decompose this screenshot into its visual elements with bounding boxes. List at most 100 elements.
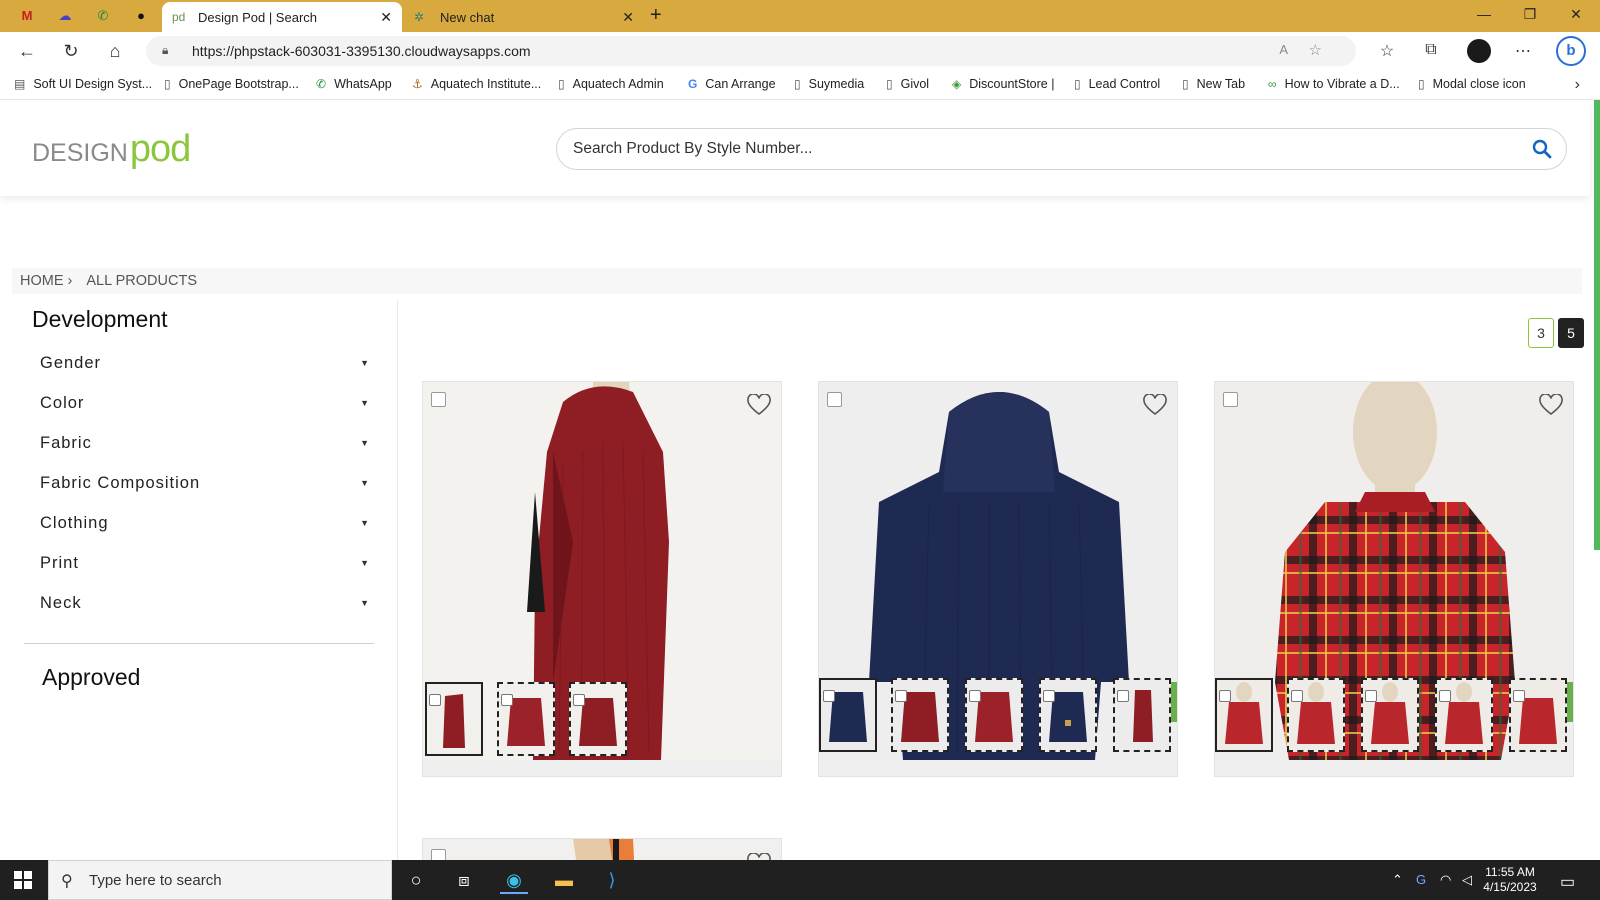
filter-print[interactable]: Print ▼: [40, 554, 370, 582]
profile-avatar[interactable]: [1467, 39, 1491, 63]
product-thumbnail[interactable]: [569, 682, 627, 756]
bookmark-item[interactable]: G Can Arrange: [688, 77, 776, 91]
github-pinned-tab-icon[interactable]: ●: [130, 6, 152, 26]
cloud-pinned-tab-icon[interactable]: ☁: [54, 6, 76, 26]
search-icon[interactable]: [1532, 139, 1552, 159]
page-scrollbar[interactable]: [1594, 100, 1600, 550]
product-thumbnail[interactable]: [497, 682, 555, 756]
system-clock[interactable]: 11:55 AM 4/15/2023: [1480, 865, 1540, 895]
bookmark-item[interactable]: ▯ OnePage Bootstrap...: [164, 77, 299, 91]
grammarly-icon[interactable]: G: [1416, 872, 1426, 887]
home-icon[interactable]: ⌂: [104, 41, 126, 62]
chevron-right-icon[interactable]: ›: [1575, 76, 1580, 94]
bookmark-item[interactable]: ▯ Aquatech Admin: [558, 77, 664, 91]
design-pod-logo[interactable]: DESIGN pod: [32, 128, 191, 171]
lock-icon[interactable]: 🔒︎: [162, 43, 168, 58]
bookmark-item[interactable]: ⚓︎ Aquatech Institute...: [412, 77, 541, 91]
product-thumbnail[interactable]: [819, 678, 877, 752]
bookmark-item[interactable]: ▯ Givol: [886, 77, 929, 91]
edge-browser-icon[interactable]: ◉: [500, 866, 528, 894]
sidebar-heading-approved[interactable]: Approved: [42, 664, 140, 691]
filter-fabric-composition[interactable]: Fabric Composition ▼: [40, 474, 370, 502]
favorites-icon[interactable]: ☆: [1376, 41, 1398, 61]
thumbnail-checkbox[interactable]: [823, 690, 835, 702]
bookmark-item[interactable]: ▯ Suymedia: [794, 77, 864, 91]
thumbnail-checkbox[interactable]: [1439, 690, 1451, 702]
product-select-checkbox[interactable]: [1223, 392, 1238, 407]
taskbar-search[interactable]: ⚲ Type here to search: [48, 860, 392, 900]
whatsapp-pinned-tab-icon[interactable]: ✆: [92, 6, 114, 26]
thumbnail-checkbox[interactable]: [573, 694, 585, 706]
thumbnail-checkbox[interactable]: [1291, 690, 1303, 702]
product-thumbnail[interactable]: [1113, 678, 1171, 752]
address-bar[interactable]: 🔒︎ https://phpstack-603031-3395130.cloud…: [146, 36, 1356, 66]
vscode-icon[interactable]: ⟩: [598, 866, 626, 894]
product-card[interactable]: [422, 381, 782, 777]
gmail-pinned-tab-icon[interactable]: M: [16, 6, 38, 26]
close-icon[interactable]: ✕: [380, 9, 392, 26]
read-aloud-icon[interactable]: A: [1279, 42, 1288, 57]
filter-fabric[interactable]: Fabric ▼: [40, 434, 370, 462]
thumbnail-checkbox[interactable]: [895, 690, 907, 702]
url-text[interactable]: https://phpstack-603031-3395130.cloudway…: [192, 43, 531, 59]
filter-gender[interactable]: Gender ▼: [40, 354, 370, 382]
thumbnail-checkbox[interactable]: [1219, 690, 1231, 702]
product-thumbnail[interactable]: [965, 678, 1023, 752]
task-view-icon[interactable]: ⧈: [450, 866, 478, 894]
search-input[interactable]: [573, 137, 1493, 161]
filter-neck[interactable]: Neck ▼: [40, 594, 370, 622]
product-select-checkbox[interactable]: [827, 392, 842, 407]
product-thumbnail[interactable]: [1435, 678, 1493, 752]
collections-icon[interactable]: ⧉: [1420, 41, 1442, 59]
product-thumbnail[interactable]: [1509, 678, 1567, 752]
heart-icon[interactable]: [747, 394, 771, 416]
product-thumbnail[interactable]: [1287, 678, 1345, 752]
bookmark-item[interactable]: ▯ New Tab: [1182, 77, 1245, 91]
minimize-icon[interactable]: —: [1474, 6, 1494, 22]
restore-icon[interactable]: ❐: [1520, 6, 1540, 23]
product-select-checkbox[interactable]: [431, 849, 446, 860]
thumbnail-checkbox[interactable]: [1365, 690, 1377, 702]
product-card[interactable]: [422, 838, 782, 860]
thumbnail-checkbox[interactable]: [1513, 690, 1525, 702]
breadcrumb-home[interactable]: HOME: [20, 273, 64, 289]
product-thumbnail[interactable]: [1361, 678, 1419, 752]
per-page-option-5[interactable]: 5: [1558, 318, 1584, 348]
product-thumbnail[interactable]: [425, 682, 483, 756]
thumbnail-checkbox[interactable]: [1117, 690, 1129, 702]
heart-icon[interactable]: [747, 853, 771, 860]
bookmark-item[interactable]: ◈ DiscountStore |: [952, 77, 1054, 91]
close-icon[interactable]: ✕: [622, 9, 634, 26]
tab-design-pod[interactable]: pd Design Pod | Search ✕: [162, 2, 402, 32]
heart-icon[interactable]: [1143, 394, 1167, 416]
product-image[interactable]: [423, 839, 782, 860]
per-page-option-3[interactable]: 3: [1528, 318, 1554, 348]
wifi-icon[interactable]: ◠: [1440, 872, 1451, 888]
thumbnail-checkbox[interactable]: [969, 690, 981, 702]
chevron-up-icon[interactable]: ⌃: [1392, 872, 1403, 888]
windows-start-icon[interactable]: [14, 871, 32, 889]
more-menu-icon[interactable]: ⋯: [1512, 41, 1534, 61]
volume-icon[interactable]: ◁: [1462, 872, 1472, 888]
bing-copilot-icon[interactable]: b: [1556, 36, 1586, 66]
product-thumbnail[interactable]: [1215, 678, 1273, 752]
notifications-icon[interactable]: ▭: [1560, 872, 1575, 892]
thumbnail-checkbox[interactable]: [1043, 690, 1055, 702]
cortana-icon[interactable]: ○: [402, 866, 430, 894]
product-card[interactable]: [818, 381, 1178, 777]
tab-new-chat[interactable]: ✲ New chat ✕: [404, 2, 644, 32]
bookmark-item[interactable]: ∞ How to Vibrate a D...: [1268, 77, 1400, 91]
bookmark-item[interactable]: ✆ WhatsApp: [316, 77, 392, 91]
bookmark-item[interactable]: ▤ Soft UI Design Syst...: [14, 77, 152, 91]
new-tab-button[interactable]: +: [650, 4, 662, 27]
file-explorer-icon[interactable]: ▬: [550, 866, 578, 894]
filter-clothing[interactable]: Clothing ▼: [40, 514, 370, 542]
refresh-icon[interactable]: ↻: [60, 41, 82, 62]
product-thumbnail[interactable]: [891, 678, 949, 752]
heart-icon[interactable]: [1539, 394, 1563, 416]
add-favorite-icon[interactable]: ☆: [1309, 41, 1322, 59]
product-thumbnail[interactable]: [1039, 678, 1097, 752]
thumbnail-checkbox[interactable]: [501, 694, 513, 706]
product-select-checkbox[interactable]: [431, 392, 446, 407]
bookmark-item[interactable]: ▯ Lead Control: [1074, 77, 1160, 91]
